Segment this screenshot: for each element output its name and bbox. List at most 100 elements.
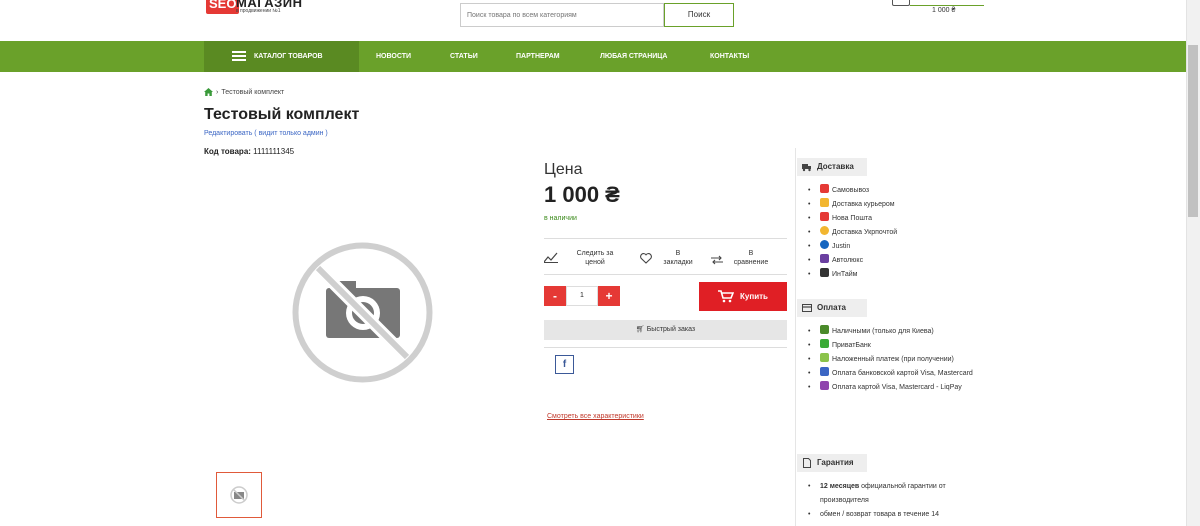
- list-item: Justin: [808, 240, 973, 254]
- document-icon: [803, 458, 811, 468]
- list-item-label: Автолюкс: [832, 257, 864, 264]
- list-item: Доставка Укрпочтой: [808, 226, 973, 240]
- logo-tagline: в продвижении №1: [236, 8, 281, 14]
- delivery-header: Доставка: [797, 158, 867, 176]
- list-item-label: Оплата картой Visa, Mastercard - LiqPay: [832, 384, 962, 391]
- qty-input[interactable]: 1: [566, 286, 598, 306]
- nav-catalog[interactable]: КАТАЛОГ ТОВАРОВ: [204, 41, 359, 72]
- divider: [544, 238, 787, 239]
- cart-icon: [718, 290, 735, 303]
- qty-increase-button[interactable]: +: [598, 286, 620, 306]
- autolux-icon: [820, 254, 829, 263]
- compare-line1: В: [748, 250, 754, 257]
- intime-icon: [820, 268, 829, 277]
- cart-icon[interactable]: [892, 0, 910, 6]
- menu-icon: [232, 51, 246, 61]
- compare-line2: сравнение: [733, 259, 769, 266]
- no-photo-thumb-icon: [230, 486, 248, 504]
- edit-link[interactable]: Редактировать ( видит только админ ): [204, 130, 328, 137]
- stock-status: в наличии: [544, 215, 577, 222]
- list-item-label: Оплата банковской картой Visa, Mastercar…: [832, 370, 973, 377]
- nav-item-any-page[interactable]: ЛЮБАЯ СТРАНИЦА: [600, 41, 667, 72]
- cash-icon: [820, 325, 829, 334]
- privatbank-icon: [820, 339, 829, 348]
- bookmark-button[interactable]: В закладки: [656, 249, 700, 267]
- truck-icon: [802, 164, 811, 172]
- pin-icon: [820, 184, 829, 193]
- warranty-title: Гарантия: [817, 458, 854, 467]
- delivery-title: Доставка: [817, 162, 854, 171]
- warranty-list: 12 месяцев официальной гарантии от произ…: [808, 480, 973, 522]
- nav-item-contacts[interactable]: КОНТАКТЫ: [710, 41, 749, 72]
- list-item: Наложенный платеж (при получении): [808, 353, 973, 367]
- price-value: 1 000 ₴: [544, 182, 620, 207]
- main-nav: [0, 41, 1186, 72]
- ukrposhta-icon: [820, 226, 829, 235]
- payment-list: Наличными (только для Киева) ПриватБанк …: [808, 325, 973, 395]
- nova-poshta-icon: [820, 212, 829, 221]
- payment-title: Оплата: [817, 303, 846, 312]
- product-code-label: Код товара:: [204, 147, 251, 156]
- warranty-return: обмен / возврат товара в течение 14: [820, 511, 939, 518]
- search-input[interactable]: [460, 3, 664, 27]
- liqpay-icon: [820, 381, 829, 390]
- home-icon[interactable]: [204, 88, 213, 96]
- list-item-label: Наложенный платеж (при получении): [832, 356, 954, 363]
- cart-total[interactable]: 1 000 ₴: [932, 7, 955, 14]
- list-item: ПриватБанк: [808, 339, 973, 353]
- nav-item-partners[interactable]: ПАРТНЕРАМ: [516, 41, 560, 72]
- compare-icon[interactable]: [711, 252, 723, 270]
- cart-underline: [910, 5, 984, 6]
- list-item: 12 месяцев официальной гарантии от произ…: [808, 480, 973, 508]
- list-item: Оплата картой Visa, Mastercard - LiqPay: [808, 381, 973, 395]
- list-item: ИнТайм: [808, 268, 973, 282]
- site-logo[interactable]: SEO МАГАЗИН в продвижении №1: [206, 0, 316, 16]
- bookmark-line1: В: [675, 250, 681, 257]
- product-code-value: 1111111345: [253, 147, 295, 156]
- list-item: Нова Пошта: [808, 212, 973, 226]
- all-characteristics-link[interactable]: Смотреть все характеристики: [547, 413, 644, 420]
- nav-item-news[interactable]: НОВОСТИ: [376, 41, 411, 72]
- facebook-share-icon[interactable]: f: [555, 355, 574, 374]
- product-code: Код товара: 1111111345: [204, 147, 294, 156]
- divider: [544, 347, 787, 348]
- list-item-label: Justin: [832, 243, 851, 250]
- warranty-term: 12 месяцев: [820, 483, 860, 490]
- cod-icon: [820, 353, 829, 362]
- list-item-label: ПриватБанк: [832, 342, 871, 349]
- credit-card-icon: [802, 304, 812, 312]
- nav-item-articles[interactable]: СТАТЬИ: [450, 41, 478, 72]
- list-item: Самовывоз: [808, 184, 973, 198]
- fast-order-label: Быстрый заказ: [646, 326, 696, 333]
- buy-button[interactable]: Купить: [699, 282, 787, 311]
- heart-icon[interactable]: [640, 251, 652, 269]
- list-item: Доставка курьером: [808, 198, 973, 212]
- payment-header: Оплата: [797, 299, 867, 317]
- fast-order-button[interactable]: 🛒︎ Быстрый заказ: [544, 320, 787, 340]
- price-label: Цена: [544, 161, 583, 178]
- justin-icon: [820, 240, 829, 249]
- scrollbar-thumb[interactable]: [1188, 45, 1198, 217]
- buy-button-label: Купить: [740, 292, 768, 301]
- track-price-button[interactable]: Следить за ценой: [570, 249, 620, 267]
- list-item-label: ИнТайм: [832, 271, 858, 278]
- list-item: Наличными (только для Киева): [808, 325, 973, 339]
- qty-decrease-button[interactable]: -: [544, 286, 566, 306]
- bookmark-line2: закладки: [663, 259, 693, 266]
- compare-button[interactable]: В сравнение: [728, 249, 774, 267]
- page-title: Тестовый комплект: [204, 106, 360, 123]
- list-item-label: Нова Пошта: [832, 215, 872, 222]
- search-button[interactable]: Поиск: [664, 3, 734, 27]
- list-item-label: Доставка Укрпочтой: [832, 229, 898, 236]
- chart-icon[interactable]: [543, 250, 558, 268]
- logo-seo: SEO: [206, 0, 240, 14]
- list-item-label: Самовывоз: [832, 187, 870, 194]
- list-item-label: Доставка курьером: [832, 201, 895, 208]
- warranty-header: Гарантия: [797, 454, 867, 472]
- divider: [544, 274, 787, 275]
- list-item-label: Наличными (только для Киева): [832, 328, 934, 335]
- no-photo-icon[interactable]: [290, 240, 435, 385]
- image-thumbnail[interactable]: [216, 472, 262, 518]
- cart-small-icon: 🛒︎: [635, 326, 645, 333]
- breadcrumb-current: Тестовый комплект: [221, 88, 285, 96]
